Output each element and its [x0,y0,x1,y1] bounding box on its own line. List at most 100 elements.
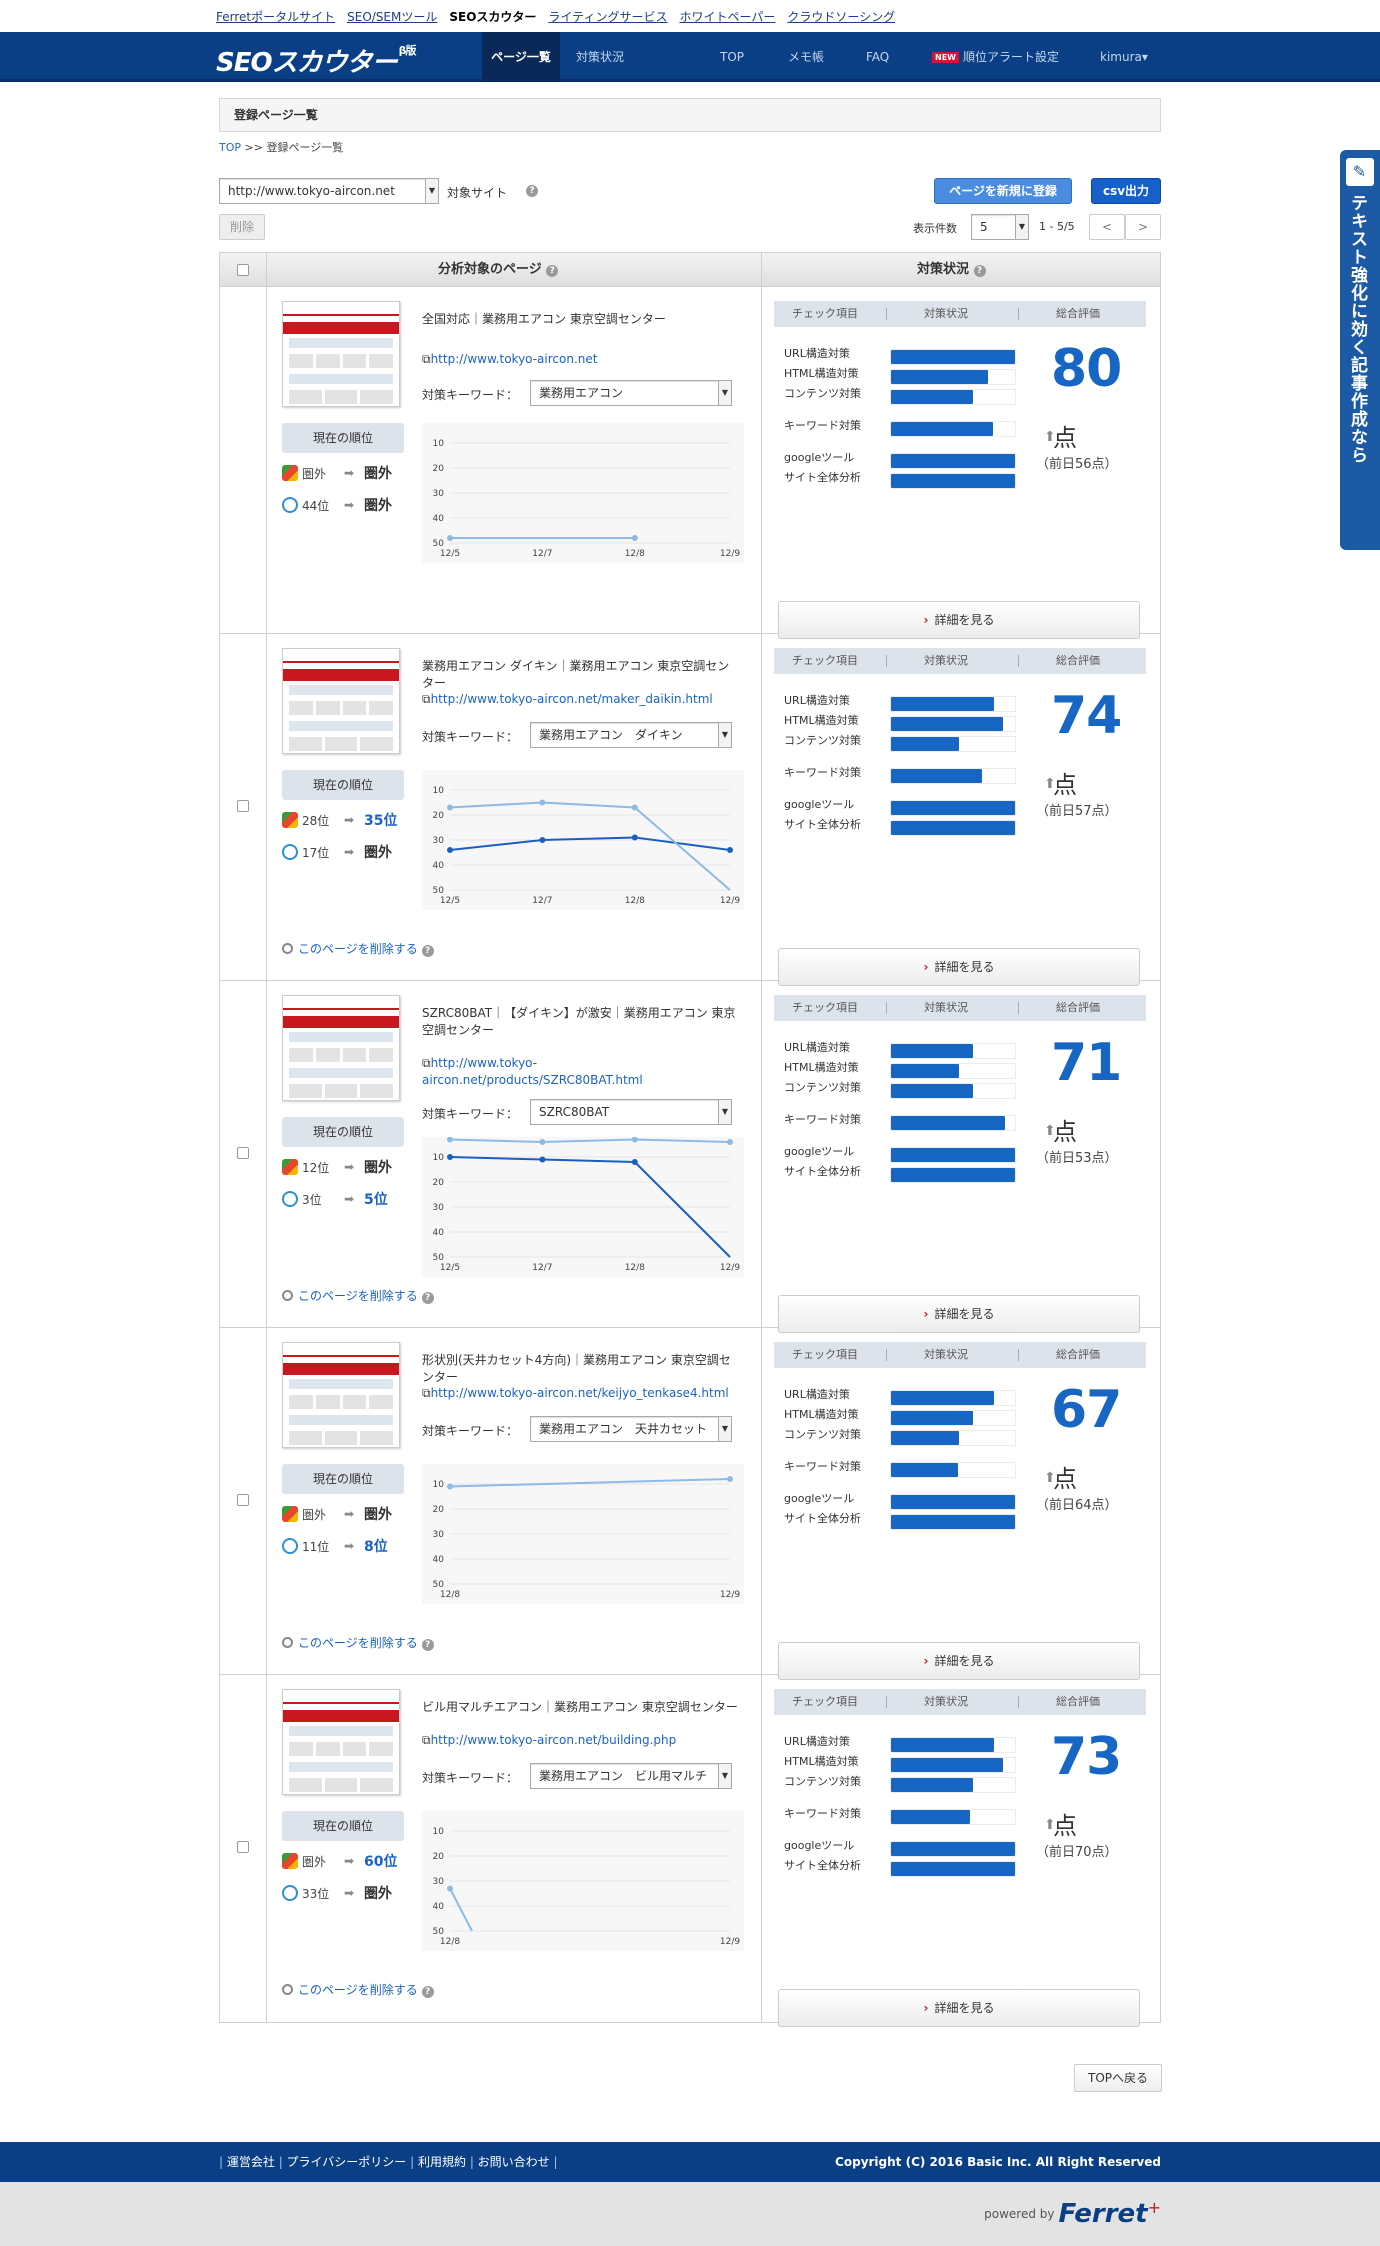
page-thumbnail[interactable] [282,1689,400,1795]
check-item-label: googleツール [784,451,855,464]
check-item-label: URL構造対策 [784,694,850,707]
check-item-label: HTML構造対策 [784,1061,859,1074]
footer-link-terms[interactable]: 利用規約 [418,2155,466,2169]
page-url[interactable]: ⧉http://www.tokyo-aircon.net/keijyo_tenk… [422,1385,742,1402]
next-page-button[interactable]: > [1125,214,1161,240]
row-checkbox[interactable] [237,1494,249,1506]
page-url[interactable]: ⧉http://www.tokyo-aircon.net/maker_daiki… [422,691,742,708]
keyword-select[interactable]: 業務用エアコン 天井カセット ▼ [530,1416,732,1442]
back-to-top-button[interactable]: TOPへ戻る [1074,2064,1162,2092]
help-icon[interactable]: ? [973,265,986,277]
csv-export-button[interactable]: csv出力 [1091,178,1161,204]
page-url[interactable]: ⧉http://www.tokyo-aircon.net [422,351,742,368]
ferret-logo[interactable]: Ferret [1059,2199,1148,2229]
prev-page-button[interactable]: < [1089,214,1125,240]
keyword-select[interactable]: 業務用エアコン ▼ [530,380,732,406]
link-seo-sem-tool[interactable]: SEO/SEMツール [347,8,437,25]
nav-memo[interactable]: メモ帳 [788,32,824,82]
footer-link-contact[interactable]: お問い合わせ [478,2155,550,2169]
check-item-bar [890,696,1016,712]
y-tick-label: 10 [433,786,445,796]
per-page-select[interactable]: 5 ▼ [971,214,1029,240]
site-select[interactable]: http://www.tokyo-aircon.net ▼ [219,178,439,204]
keyword-select[interactable]: 業務用エアコン ビル用マルチ ▼ [530,1763,732,1789]
check-item-bar [890,1861,1016,1877]
copyright: Copyright (C) 2016 Basic Inc. All Right … [835,2155,1161,2169]
help-icon[interactable]: ? [526,185,538,197]
link-writing-service[interactable]: ライティングサービス [548,8,667,25]
y-tick-label: 40 [433,1555,445,1565]
y-tick-label: 20 [433,464,445,474]
up-arrow-icon: ⬆ [1044,1123,1056,1139]
y-tick-label: 20 [433,1178,445,1188]
check-item-label: コンテンツ対策 [784,1428,861,1441]
help-icon[interactable]: ? [421,1986,434,1998]
link-ferret-portal[interactable]: Ferretポータルサイト [216,8,335,25]
check-item-bar [890,1083,1016,1099]
link-whitepaper[interactable]: ホワイトペーパー [679,8,775,25]
nav-status[interactable]: 対策状況 [576,32,624,82]
app-logo[interactable]: SEOスカウター β版 [216,42,416,79]
page-thumbnail[interactable] [282,995,400,1101]
check-item-label: URL構造対策 [784,347,850,360]
previous-score: （前日56点） [1036,457,1118,472]
chevron-down-icon: ▼ [718,723,731,747]
check-item-label: キーワード対策 [784,419,861,432]
view-detail-button[interactable]: › 詳細を見る [778,1989,1140,2027]
top-links: Ferretポータルサイト SEO/SEMツール SEOスカウター ライティング… [0,0,1380,32]
page-thumbnail[interactable] [282,1342,400,1448]
keyword-select[interactable]: SZRC80BAT ▼ [530,1099,732,1125]
register-page-button[interactable]: ページを新規に登録 [934,178,1072,204]
nav-rank-alert[interactable]: NEW 順位アラート設定 [932,32,1059,82]
arrow-icon: ➡ [344,1539,355,1553]
google-icon [282,1159,298,1175]
nav-top[interactable]: TOP [720,32,744,82]
footer-link-company[interactable]: 運営会社 [227,2155,275,2169]
y-tick-label: 50 [433,1580,445,1590]
page-thumbnail[interactable] [282,301,400,407]
delete-button[interactable]: 削除 [219,214,265,240]
select-all-checkbox[interactable] [237,264,249,276]
nav-faq[interactable]: FAQ [866,32,889,82]
check-item-label: googleツール [784,1839,855,1852]
breadcrumb-top[interactable]: TOP [219,141,241,154]
arrow-icon: ➡ [344,1854,355,1868]
page-thumbnail[interactable] [282,648,400,754]
y-tick-label: 40 [433,861,445,871]
help-icon[interactable]: ? [546,265,559,277]
overall-score: 67点 [1051,1380,1122,1493]
series-point [539,837,546,843]
keyword-label: 対策キーワード： [422,388,519,402]
page-url[interactable]: ⧉http://www.tokyo-aircon.net/products/SZ… [422,1055,742,1089]
side-banner[interactable]: ✎ テキスト強化に効く記事作成なら [1340,150,1380,550]
keyword-select[interactable]: 業務用エアコン ダイキン ▼ [530,722,732,748]
current-rank-label: 現在の順位 [282,770,404,800]
page-url[interactable]: ⧉http://www.tokyo-aircon.net/building.ph… [422,1732,742,1749]
delete-page-link[interactable]: このページを削除する ? [282,1981,434,1998]
check-item-bar [890,1737,1016,1753]
google-icon [282,812,298,828]
external-link-icon: ⧉ [422,1733,431,1747]
help-icon[interactable]: ? [421,1639,434,1651]
nav-page-list[interactable]: ページ一覧 [482,32,560,82]
footer-link-privacy[interactable]: プライバシーポリシー [287,2155,407,2169]
row-checkbox[interactable] [237,800,249,812]
check-item-label: googleツール [784,1492,855,1505]
link-crowdsourcing[interactable]: クラウドソーシング [787,8,895,25]
y-tick-label: 30 [433,1877,445,1887]
user-menu[interactable]: kimura▾ [1100,32,1148,82]
help-icon[interactable]: ? [421,1292,434,1304]
page-title: 登録ページ一覧 [219,98,1161,132]
row-checkbox[interactable] [237,1841,249,1853]
check-item-bar [890,1410,1016,1426]
x-tick-label: 12/9 [720,896,740,906]
delete-page-link[interactable]: このページを削除する ? [282,940,434,957]
row-checkbox[interactable] [237,1147,249,1159]
series-point [727,1139,733,1145]
check-item-bar [890,421,1016,437]
y-tick-label: 30 [433,1203,445,1213]
current-rank-label: 現在の順位 [282,423,404,453]
help-icon[interactable]: ? [421,945,434,957]
delete-page-link[interactable]: このページを削除する ? [282,1634,434,1651]
delete-page-link[interactable]: このページを削除する ? [282,1287,434,1304]
